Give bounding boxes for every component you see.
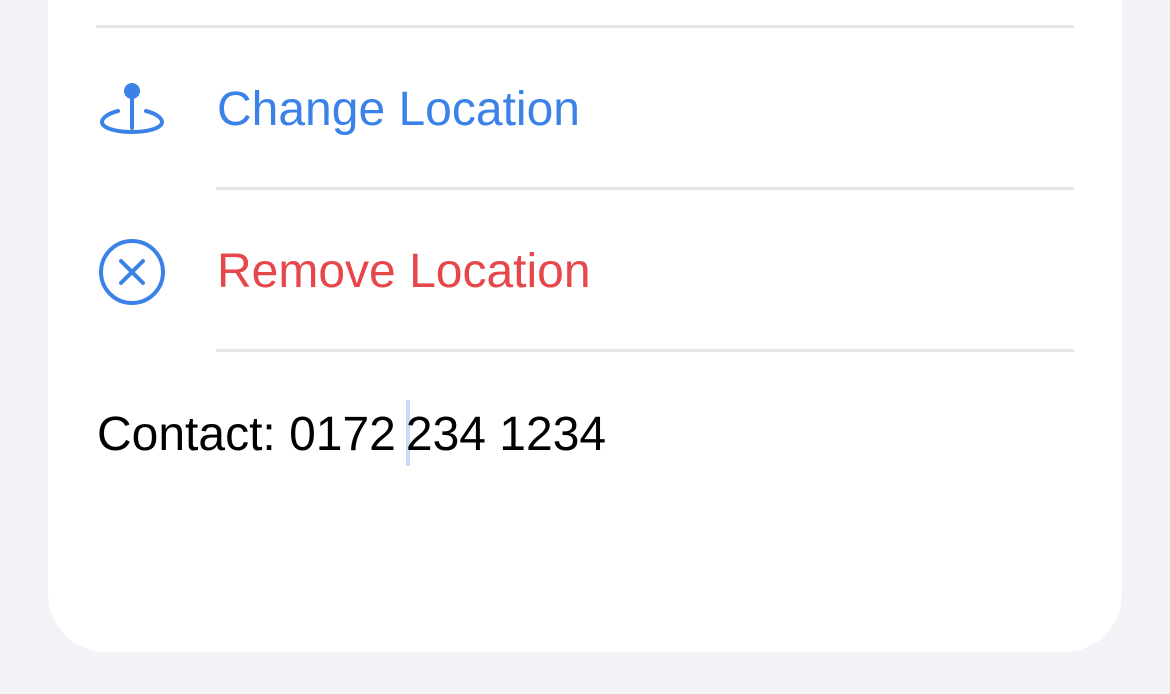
remove-location-label: Remove Location (217, 245, 591, 298)
circle-x-icon (96, 236, 168, 308)
contact-text-prefix: Contact: 0172 (97, 408, 396, 461)
contact-text[interactable]: Contact: 0172 234 1234 (97, 400, 606, 466)
remove-location-button[interactable]: Remove Location (96, 192, 1074, 350)
location-pin-icon (96, 74, 168, 146)
change-location-button[interactable]: Change Location (96, 30, 1074, 188)
change-location-label: Change Location (217, 83, 580, 136)
divider (216, 187, 1074, 190)
divider (96, 25, 1074, 28)
divider (216, 349, 1074, 352)
contact-text-suffix: 234 1234 (405, 408, 607, 461)
